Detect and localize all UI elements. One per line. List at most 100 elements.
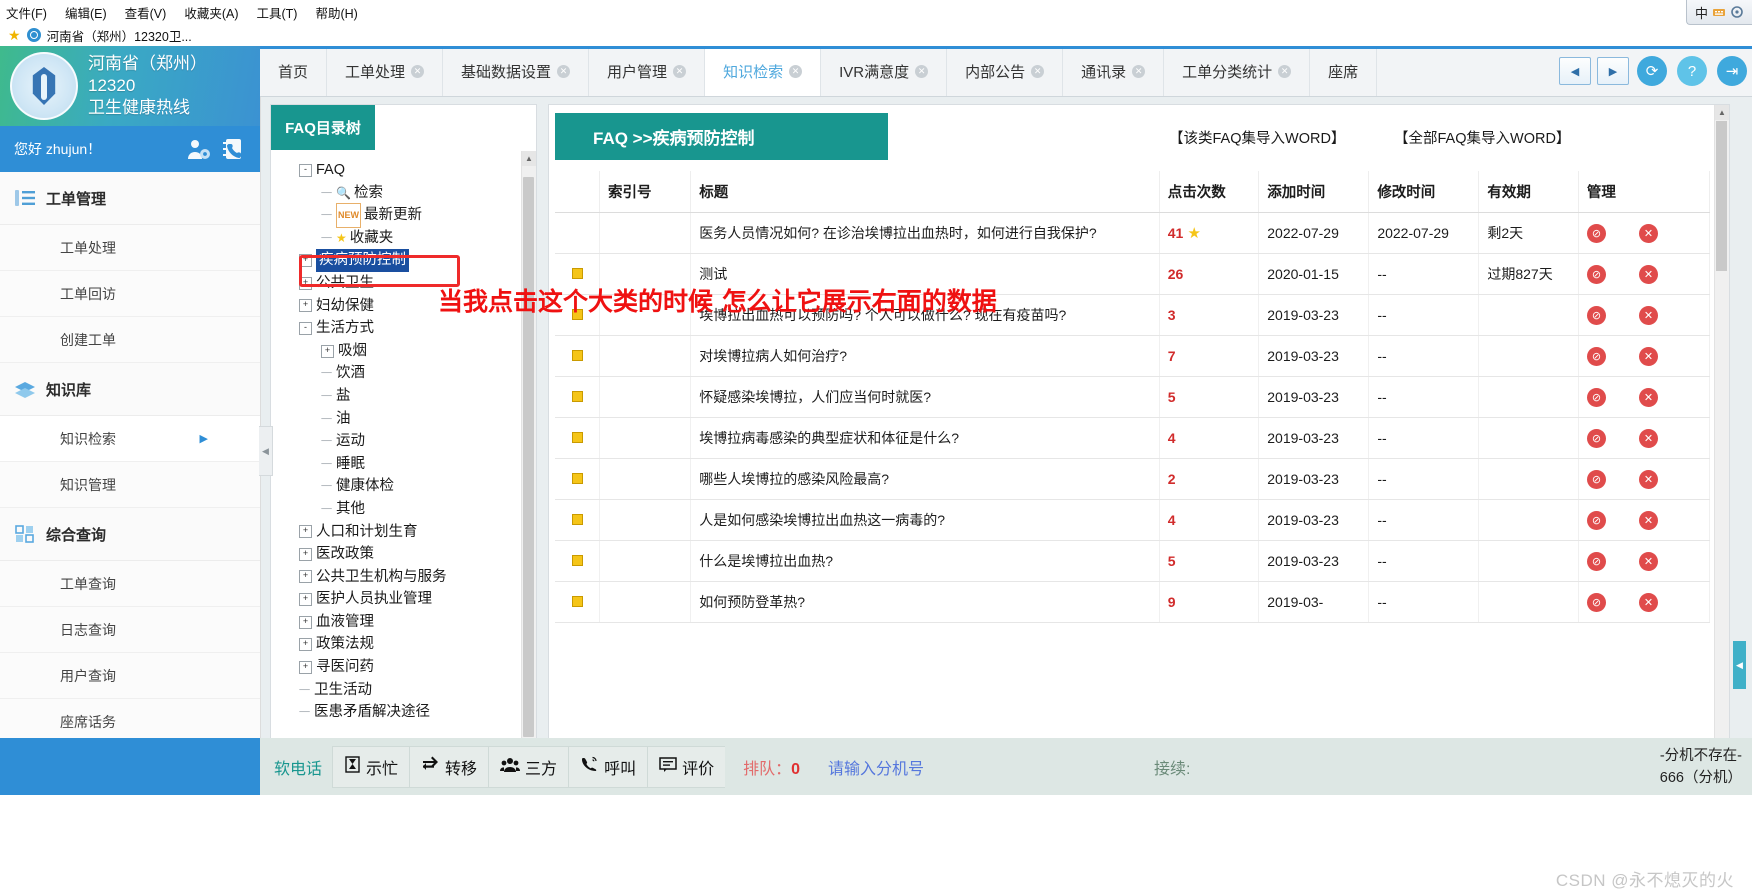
edit-icon[interactable]: ✎ <box>1612 510 1632 530</box>
close-icon[interactable]: ✕ <box>557 64 571 78</box>
tab-shouye[interactable]: 首页 <box>260 46 328 96</box>
tab-scroll-left-button[interactable]: ◀ <box>1559 57 1591 85</box>
disable-icon[interactable]: ⊘ <box>1586 510 1606 530</box>
three-party-button[interactable]: 三方 <box>488 745 569 788</box>
row-title-cell[interactable]: 什么是埃博拉出血热? <box>690 540 1160 582</box>
scroll-thumb[interactable] <box>1716 121 1727 271</box>
tree-node-yan[interactable]: ─ 盐 <box>299 385 522 408</box>
tab-yonghuguanli[interactable]: 用户管理 ✕ <box>589 46 706 96</box>
edit-icon[interactable]: ✎ <box>1612 428 1632 448</box>
delete-icon[interactable]: ✕ <box>1638 387 1658 407</box>
tree-node-yihuanmaodunjiejuetujing[interactable]: ─ 医患矛盾解决途径 <box>299 701 522 724</box>
toggle-icon[interactable]: - <box>299 321 312 335</box>
export-all-link[interactable]: 【全部FAQ集导入WORD】 <box>1394 127 1570 148</box>
extension-input[interactable]: 请输入分机号 <box>828 755 924 779</box>
close-icon[interactable]: ✕ <box>411 64 425 78</box>
tab-ivrmanyidu[interactable]: IVR满意度 ✕ <box>821 46 948 96</box>
edit-icon[interactable]: ✎ <box>1612 387 1632 407</box>
call-button[interactable]: 呼叫 <box>568 745 648 788</box>
tree-node-you[interactable]: ─ 油 <box>299 408 522 431</box>
edit-icon[interactable]: ✎ <box>1612 346 1632 366</box>
tree-node-xueyeguanli[interactable]: + 血液管理 <box>299 611 522 634</box>
menu-edit[interactable]: 编辑(E) <box>65 3 107 22</box>
disable-icon[interactable]: ⊘ <box>1586 346 1606 366</box>
edit-icon[interactable]: ✎ <box>1612 264 1632 284</box>
content-scrollbar[interactable]: ▲ ▼ <box>1714 105 1729 777</box>
table-row[interactable]: 哪些人埃博拉的感染风险最高? 2 2019-03-23 -- ⊘ ✎ ✕ <box>555 458 1711 500</box>
row-title-cell[interactable]: 哪些人埃博拉的感染风险最高? <box>690 458 1160 500</box>
delete-icon[interactable]: ✕ <box>1638 592 1658 612</box>
sidebar-item-zhishijiansuo[interactable]: 知识检索 ▶ <box>0 416 260 462</box>
col-added[interactable]: 添加时间 <box>1258 171 1370 213</box>
row-title-cell[interactable]: 医务人员情况如何? 在诊治埃博拉出血热时，如何进行自我保护? <box>690 212 1160 254</box>
evaluate-button[interactable]: 评价 <box>647 745 726 788</box>
tree-node-qita[interactable]: ─ 其他 <box>299 498 522 521</box>
col-modified[interactable]: 修改时间 <box>1368 171 1480 213</box>
tab-gongdanchuli[interactable]: 工单处理 ✕ <box>327 46 444 96</box>
disable-icon[interactable]: ⊘ <box>1586 592 1606 612</box>
delete-icon[interactable]: ✕ <box>1638 346 1658 366</box>
menu-help[interactable]: 帮助(H) <box>315 3 357 22</box>
tree-node-jiansuo[interactable]: ─ 🔍 检索 <box>299 182 522 205</box>
row-title-cell[interactable]: 对埃博拉病人如何治疗? <box>690 335 1160 377</box>
tab-gongdanfenleitongji[interactable]: 工单分类统计 ✕ <box>1164 46 1311 96</box>
delete-icon[interactable]: ✕ <box>1638 551 1658 571</box>
table-row[interactable]: 埃博拉病毒感染的典型症状和体征是什么? 4 2019-03-23 -- ⊘ ✎ ✕ <box>555 417 1711 459</box>
tree-node-yigaizhengce[interactable]: + 医改政策 <box>299 543 522 566</box>
delete-icon[interactable]: ✕ <box>1638 510 1658 530</box>
table-row[interactable]: 怀疑感染埃博拉，人们应当何时就医? 5 2019-03-23 -- ⊘ ✎ ✕ <box>555 376 1711 418</box>
tree-panel-collapse-handle[interactable]: ◀ <box>259 426 273 476</box>
menu-favorites[interactable]: 收藏夹(A) <box>184 3 238 22</box>
sidebar-item-yonghuchaxun[interactable]: 用户查询 <box>0 653 260 699</box>
row-title-cell[interactable]: 埃博拉病毒感染的典型症状和体征是什么? <box>690 417 1160 459</box>
favorites-star-icon[interactable]: ★ <box>8 28 21 42</box>
tab-jichushujushezhi[interactable]: 基础数据设置 ✕ <box>443 46 590 96</box>
tree-node-xiyan[interactable]: + 吸烟 <box>299 340 522 363</box>
disable-icon[interactable]: ⊘ <box>1586 387 1606 407</box>
help-button[interactable]: ? <box>1677 56 1707 86</box>
tree-node-jibingyufangkongzhi[interactable]: + 疾病预防控制 <box>299 249 522 272</box>
favorite-item-title[interactable]: 河南省（郑州）12320卫... <box>47 26 192 45</box>
edit-icon[interactable]: ✎ <box>1612 551 1632 571</box>
phone-book-icon[interactable] <box>220 137 246 161</box>
edit-icon[interactable]: ✎ <box>1612 469 1632 489</box>
tree-node-faq[interactable]: - FAQ <box>299 159 522 182</box>
toggle-icon[interactable]: + <box>299 299 312 313</box>
tree-node-yinjiu[interactable]: ─ 饮酒 <box>299 362 522 385</box>
row-title-cell[interactable]: 怀疑感染埃博拉，人们应当何时就医? <box>690 376 1160 418</box>
toggle-icon[interactable]: + <box>321 344 334 358</box>
tree-node-zhengcefagui[interactable]: + 政策法规 <box>299 633 522 656</box>
tree-node-renkouhejihuashengyu[interactable]: + 人口和计划生育 <box>299 521 522 544</box>
toggle-icon[interactable]: + <box>299 570 312 584</box>
disable-icon[interactable]: ⊘ <box>1586 223 1606 243</box>
toggle-icon[interactable]: + <box>299 660 312 674</box>
row-title-cell[interactable]: 人是如何感染埃博拉出血热这一病毒的? <box>690 499 1160 541</box>
faq-tree[interactable]: - FAQ ─ 🔍 检索 ─ NEW 最新更新 ─ ★ 收藏夹 + 疾病预防控制 <box>271 151 522 777</box>
col-validity[interactable]: 有效期 <box>1478 171 1579 213</box>
close-icon[interactable]: ✕ <box>915 64 929 78</box>
toggle-icon[interactable]: + <box>299 638 312 652</box>
disable-icon[interactable]: ⊘ <box>1586 305 1606 325</box>
tree-node-gonggongweishengjigouyufuwu[interactable]: + 公共卫生机构与服务 <box>299 566 522 589</box>
disable-icon[interactable]: ⊘ <box>1586 264 1606 284</box>
toggle-icon[interactable]: + <box>299 615 312 629</box>
sidebar-group-knowledge-base[interactable]: 知识库 <box>0 363 260 416</box>
scroll-up-icon[interactable]: ▲ <box>1715 105 1729 120</box>
toggle-icon[interactable]: - <box>299 163 312 177</box>
menu-file[interactable]: 文件(F) <box>6 3 47 22</box>
browser-menu-bar[interactable]: 文件(F) 编辑(E) 查看(V) 收藏夹(A) 工具(T) 帮助(H) <box>0 0 1752 24</box>
delete-icon[interactable]: ✕ <box>1638 305 1658 325</box>
sidebar-item-gongdanchuli[interactable]: 工单处理 <box>0 225 260 271</box>
content-panel-collapse-handle[interactable]: ◀ <box>1733 641 1746 689</box>
close-icon[interactable]: ✕ <box>1031 64 1045 78</box>
close-icon[interactable]: ✕ <box>1132 64 1146 78</box>
sidebar-item-rizhichaxun[interactable]: 日志查询 <box>0 607 260 653</box>
tab-neibugonggao[interactable]: 内部公告 ✕ <box>947 46 1064 96</box>
delete-icon[interactable]: ✕ <box>1638 469 1658 489</box>
ime-keyboard-icon[interactable] <box>1712 5 1726 19</box>
close-icon[interactable]: ✕ <box>789 64 803 78</box>
tab-zhishijiansuo[interactable]: 知识检索 ✕ <box>705 46 822 96</box>
table-row[interactable]: 什么是埃博拉出血热? 5 2019-03-23 -- ⊘ ✎ ✕ <box>555 540 1711 582</box>
export-current-category-link[interactable]: 【该类FAQ集导入WORD】 <box>1169 127 1345 148</box>
sidebar-item-gongdanhuifang[interactable]: 工单回访 <box>0 271 260 317</box>
